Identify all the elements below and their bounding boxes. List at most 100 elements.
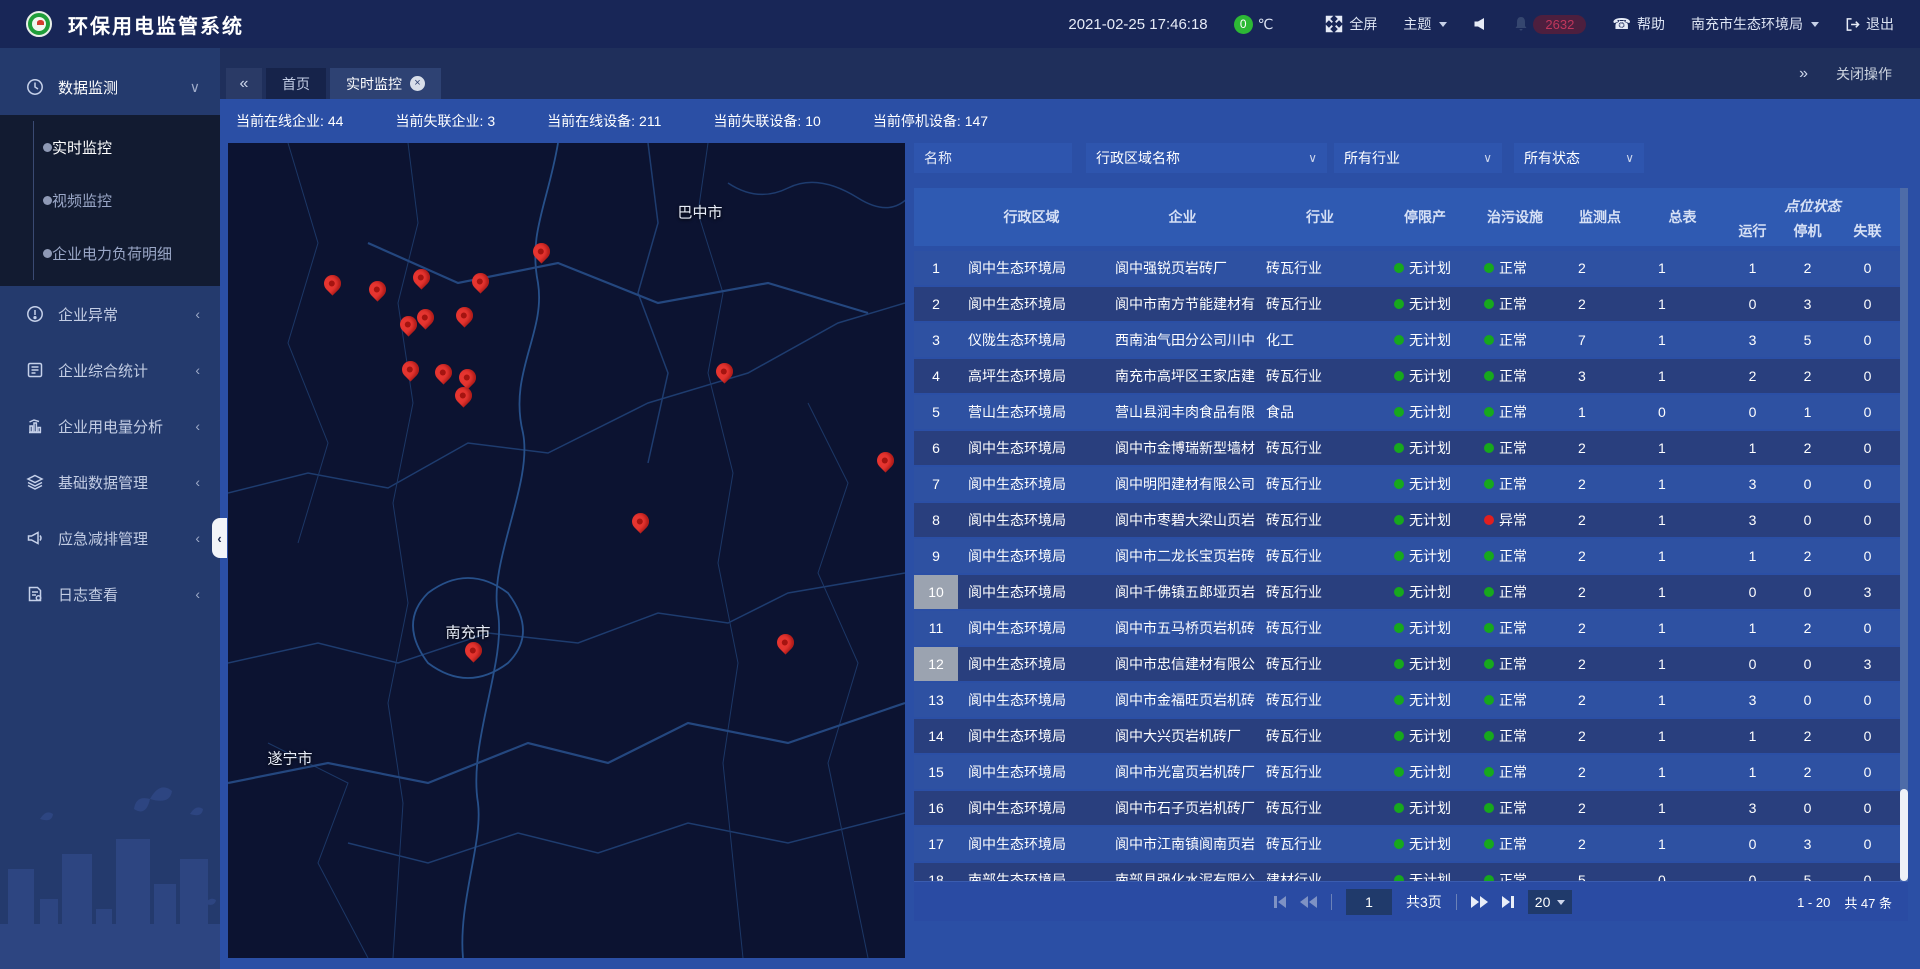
name-search-input-box[interactable] xyxy=(914,143,1072,173)
cell-production-limit: 无计划 xyxy=(1380,683,1470,717)
help-button[interactable]: ☎ 帮助 xyxy=(1612,14,1665,34)
table-row[interactable]: 15 阆中生态环境局 阆中市光富页岩机砖厂 砖瓦行业 无计划 正常 2 1 1 xyxy=(914,755,1900,789)
cell-running: 0 xyxy=(1725,287,1780,321)
status-dot-icon xyxy=(1484,263,1494,273)
tab-home[interactable]: 首页 xyxy=(266,68,326,99)
sidebar-item-company-abnormal[interactable]: 企业异常 ‹ xyxy=(0,286,220,342)
cell-disconnected: 0 xyxy=(1835,467,1900,501)
cell-pollution-facility: 正常 xyxy=(1470,755,1560,789)
table-row[interactable]: 12 阆中生态环境局 阆中市忠信建材有限公 砖瓦行业 无计划 正常 2 1 0 xyxy=(914,647,1900,681)
table-row[interactable]: 1 阆中生态环境局 阆中强锐页岩砖厂 砖瓦行业 无计划 正常 2 1 1 xyxy=(914,251,1900,285)
sidebar-item-emergency-reduction[interactable]: 应急减排管理 ‹ xyxy=(0,510,220,566)
cell-industry: 砖瓦行业 xyxy=(1260,719,1380,753)
scrollbar-thumb[interactable] xyxy=(1900,789,1908,881)
region-select[interactable]: 行政区域名称 ∨ xyxy=(1086,143,1327,173)
sidebar-item-power-analysis[interactable]: 企业用电量分析 ‹ xyxy=(0,398,220,454)
table-row[interactable]: 4 高坪生态环境局 南充市高坪区王家店建 砖瓦行业 无计划 正常 3 1 2 xyxy=(914,359,1900,393)
theme-dropdown[interactable]: 主题 xyxy=(1403,14,1447,34)
close-icon[interactable]: × xyxy=(410,76,425,91)
cell-total-meter: 1 xyxy=(1640,575,1725,609)
table-row[interactable]: 14 阆中生态环境局 阆中大兴页岩机砖厂 砖瓦行业 无计划 正常 2 1 1 xyxy=(914,719,1900,753)
row-index: 15 xyxy=(914,755,958,789)
table-row[interactable]: 13 阆中生态环境局 阆中市金福旺页岩机砖 砖瓦行业 无计划 正常 2 1 3 xyxy=(914,683,1900,717)
cell-pollution-facility: 正常 xyxy=(1470,863,1560,881)
cell-company: 西南油气田分公司川中 xyxy=(1105,323,1260,357)
status-dot-icon xyxy=(1394,263,1404,273)
table-scrollbar[interactable] xyxy=(1900,188,1908,881)
cell-stopped: 3 xyxy=(1780,287,1835,321)
status-dot-icon xyxy=(1394,587,1404,597)
cell-stopped: 0 xyxy=(1780,503,1835,537)
region-select-value: 行政区域名称 xyxy=(1096,148,1180,168)
cell-total-meter: 1 xyxy=(1640,719,1725,753)
page-size-select[interactable]: 20 xyxy=(1528,890,1573,914)
cell-disconnected: 3 xyxy=(1835,575,1900,609)
row-index: 1 xyxy=(914,251,958,285)
tab-realtime-monitor[interactable]: 实时监控 × xyxy=(330,68,441,99)
logout-button[interactable]: 退出 xyxy=(1845,14,1894,34)
last-page-button[interactable] xyxy=(1502,896,1514,908)
submenu-dot-icon xyxy=(43,249,52,258)
table-row[interactable]: 8 阆中生态环境局 阆中市枣碧大梁山页岩 砖瓦行业 无计划 异常 2 1 3 xyxy=(914,503,1900,537)
org-dropdown[interactable]: 南充市生态环境局 xyxy=(1691,14,1819,34)
app-title: 环保用电监管系统 xyxy=(68,10,244,39)
cell-disconnected: 0 xyxy=(1835,251,1900,285)
table-row[interactable]: 10 阆中生态环境局 阆中千佛镇五郎垭页岩 砖瓦行业 无计划 正常 2 1 0 xyxy=(914,575,1900,609)
sound-button[interactable] xyxy=(1473,17,1487,31)
table-row[interactable]: 16 阆中生态环境局 阆中市石子页岩机砖厂 砖瓦行业 无计划 正常 2 1 3 xyxy=(914,791,1900,825)
cell-production-limit: 无计划 xyxy=(1380,539,1470,573)
tabs-scroll-left-button[interactable]: « xyxy=(226,68,262,99)
table-row[interactable]: 7 阆中生态环境局 阆中明阳建材有限公司 砖瓦行业 无计划 正常 2 1 3 xyxy=(914,467,1900,501)
name-search-input[interactable] xyxy=(924,150,1062,166)
close-operations-button[interactable]: 关闭操作 xyxy=(1836,64,1892,84)
cell-region: 阆中生态环境局 xyxy=(958,827,1105,861)
status-dot-icon xyxy=(1484,623,1494,633)
cell-company: 阆中市五马桥页岩机砖 xyxy=(1105,611,1260,645)
sidebar-item-video-monitor[interactable]: 视频监控 xyxy=(0,174,220,227)
sidebar-item-company-statistics[interactable]: 企业综合统计 ‹ xyxy=(0,342,220,398)
tabs-scroll-right-button[interactable]: » xyxy=(1799,65,1808,83)
sidebar-item-base-data[interactable]: 基础数据管理 ‹ xyxy=(0,454,220,510)
status-dot-icon xyxy=(1484,479,1494,489)
col-disconnected: 失联 xyxy=(1835,216,1900,246)
cell-running: 0 xyxy=(1725,575,1780,609)
table-row[interactable]: 2 阆中生态环境局 阆中市南方节能建材有 砖瓦行业 无计划 正常 2 1 0 xyxy=(914,287,1900,321)
page-number-input[interactable]: 1 xyxy=(1346,889,1392,915)
table-row[interactable]: 17 阆中生态环境局 阆中市江南镇阆南页岩 砖瓦行业 无计划 正常 2 1 0 xyxy=(914,827,1900,861)
chevron-left-icon: ‹ xyxy=(217,531,221,546)
col-pollution-facility: 治污设施 xyxy=(1470,188,1560,246)
cell-stopped: 2 xyxy=(1780,611,1835,645)
prev-page-button[interactable] xyxy=(1300,896,1317,908)
table-row[interactable]: 11 阆中生态环境局 阆中市五马桥页岩机砖 砖瓦行业 无计划 正常 2 1 1 xyxy=(914,611,1900,645)
sidebar-item-power-load-detail[interactable]: 企业电力负荷明细 xyxy=(0,227,220,280)
row-index: 2 xyxy=(914,287,958,321)
cell-running: 1 xyxy=(1725,719,1780,753)
sidebar-item-log-view[interactable]: 日志查看 ‹ xyxy=(0,566,220,622)
first-page-button[interactable] xyxy=(1274,896,1286,908)
sidebar-collapse-button[interactable]: ‹ xyxy=(212,518,227,558)
status-select[interactable]: 所有状态 ∨ xyxy=(1514,143,1644,173)
map[interactable]: 巴中市南充市遂宁市 xyxy=(228,143,905,958)
fullscreen-button[interactable]: 全屏 xyxy=(1325,14,1377,34)
cell-region: 阆中生态环境局 xyxy=(958,467,1105,501)
next-page-button[interactable] xyxy=(1471,896,1488,908)
table-row[interactable]: 3 仪陇生态环境局 西南油气田分公司川中 化工 无计划 正常 7 1 3 xyxy=(914,323,1900,357)
table-row[interactable]: 5 营山生态环境局 营山县润丰肉食品有限 食品 无计划 正常 1 0 0 xyxy=(914,395,1900,429)
logout-label: 退出 xyxy=(1866,14,1894,34)
sidebar-item-data-monitor[interactable]: 数据监测 ∨ xyxy=(0,59,220,115)
chevron-down-icon xyxy=(1811,22,1819,27)
notification-count-badge[interactable]: 2632 xyxy=(1533,15,1586,34)
table-row[interactable]: 18 南部生态环境局 南部县强化水泥有限公 建材行业 无计划 正常 5 0 0 xyxy=(914,863,1900,881)
industry-select[interactable]: 所有行业 ∨ xyxy=(1334,143,1502,173)
cell-pollution-facility: 正常 xyxy=(1470,467,1560,501)
table-row[interactable]: 9 阆中生态环境局 阆中市二龙长宝页岩砖 砖瓦行业 无计划 正常 2 1 1 xyxy=(914,539,1900,573)
cell-monitor-points: 2 xyxy=(1560,755,1640,789)
status-dot-icon xyxy=(1394,299,1404,309)
table-row[interactable]: 6 阆中生态环境局 阆中市金博瑞新型墙材 砖瓦行业 无计划 正常 2 1 1 xyxy=(914,431,1900,465)
cell-stopped: 2 xyxy=(1780,431,1835,465)
status-dot-icon xyxy=(1484,371,1494,381)
cell-monitor-points: 2 xyxy=(1560,647,1640,681)
cell-running: 0 xyxy=(1725,863,1780,881)
cell-monitor-points: 2 xyxy=(1560,539,1640,573)
sidebar-item-realtime-monitor[interactable]: 实时监控 xyxy=(0,121,220,174)
